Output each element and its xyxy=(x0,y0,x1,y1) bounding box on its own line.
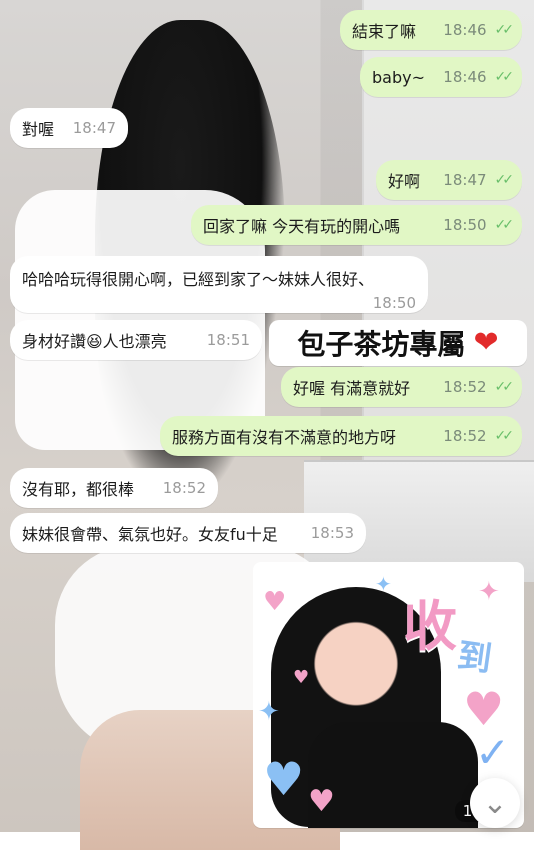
message-text: 好啊 xyxy=(388,172,421,191)
heart-icon: ❤ xyxy=(473,325,499,360)
message-time: 18:47 xyxy=(72,119,116,137)
message-text: 回家了嘛 今天有玩的開心嗎 xyxy=(203,217,401,236)
watermark-text: 包子茶坊專屬 xyxy=(297,328,466,361)
message-time: 18:50 xyxy=(372,294,416,312)
message-in-4[interactable]: 沒有耶，都很棒 18:52 xyxy=(10,468,218,508)
message-out-2[interactable]: baby~ 18:46 ✓✓ xyxy=(360,57,522,97)
message-time: 18:52 xyxy=(443,378,487,396)
message-out-5[interactable]: 好喔 有滿意就好 18:52 ✓✓ xyxy=(281,367,522,407)
watermark-label: 包子茶坊專屬 ❤ xyxy=(269,320,527,366)
message-text: 結束了嘛 xyxy=(352,22,417,41)
message-time: 18:52 xyxy=(162,479,206,497)
message-text: 哈哈哈玩得很開心啊，已經到家了～妹妹人很好、 xyxy=(22,270,375,289)
message-in-5[interactable]: 妹妹很會帶、氣氛也好。女友fu十足 18:53 xyxy=(10,513,366,553)
message-out-1[interactable]: 結束了嘛 18:46 ✓✓ xyxy=(340,10,522,50)
message-in-2[interactable]: 哈哈哈玩得很開心啊，已經到家了～妹妹人很好、 18:50 xyxy=(10,256,428,313)
message-out-3[interactable]: 好啊 18:47 ✓✓ xyxy=(376,160,522,200)
message-time: 18:47 xyxy=(443,171,487,189)
message-text: 妹妹很會帶、氣氛也好。女友fu十足 xyxy=(22,525,278,544)
message-time: 18:46 xyxy=(443,21,487,39)
star-icon: ✦ xyxy=(258,697,280,727)
sticker-big-text: 收 xyxy=(403,595,457,658)
heart-icon: ♥ xyxy=(263,752,305,806)
message-time: 18:51 xyxy=(206,331,250,349)
read-receipt-icon: ✓✓ xyxy=(494,428,515,444)
heart-icon: ♥ xyxy=(308,784,335,819)
heart-icon: ♥ xyxy=(263,587,287,617)
message-time: 18:52 xyxy=(443,427,487,445)
message-out-4[interactable]: 回家了嘛 今天有玩的開心嗎 18:50 ✓✓ xyxy=(191,205,522,245)
scroll-to-bottom-button[interactable]: ⌄ xyxy=(470,778,520,828)
star-icon: ✦ xyxy=(478,577,500,607)
heart-icon: ♥ xyxy=(293,667,310,688)
message-text: 身材好讚😆人也漂亮 xyxy=(22,332,167,351)
message-text: 服務方面有沒有不滿意的地方呀 xyxy=(172,428,397,447)
message-time: 18:50 xyxy=(443,216,487,234)
message-text: 對喔 xyxy=(22,120,55,139)
message-in-3[interactable]: 身材好讚😆人也漂亮 18:51 xyxy=(10,320,262,360)
chevron-down-icon: ⌄ xyxy=(482,785,508,821)
read-receipt-icon: ✓✓ xyxy=(494,69,515,85)
read-receipt-icon: ✓✓ xyxy=(494,217,515,233)
message-time: 18:53 xyxy=(310,524,354,542)
message-text: 好喔 有滿意就好 xyxy=(293,379,411,398)
message-text: baby~ xyxy=(372,67,425,87)
read-receipt-icon: ✓✓ xyxy=(494,22,515,38)
message-text: 沒有耶，都很棒 xyxy=(22,480,135,499)
check-icon: ✓ xyxy=(475,728,511,777)
message-out-6[interactable]: 服務方面有沒有不滿意的地方呀 18:52 ✓✓ xyxy=(160,416,522,456)
sticker-small-text: 到 xyxy=(454,635,495,681)
read-receipt-icon: ✓✓ xyxy=(494,379,515,395)
read-receipt-icon: ✓✓ xyxy=(494,172,515,188)
star-icon: ✦ xyxy=(375,572,392,596)
message-time: 18:46 xyxy=(443,68,487,86)
message-in-1[interactable]: 對喔 18:47 xyxy=(10,108,128,148)
